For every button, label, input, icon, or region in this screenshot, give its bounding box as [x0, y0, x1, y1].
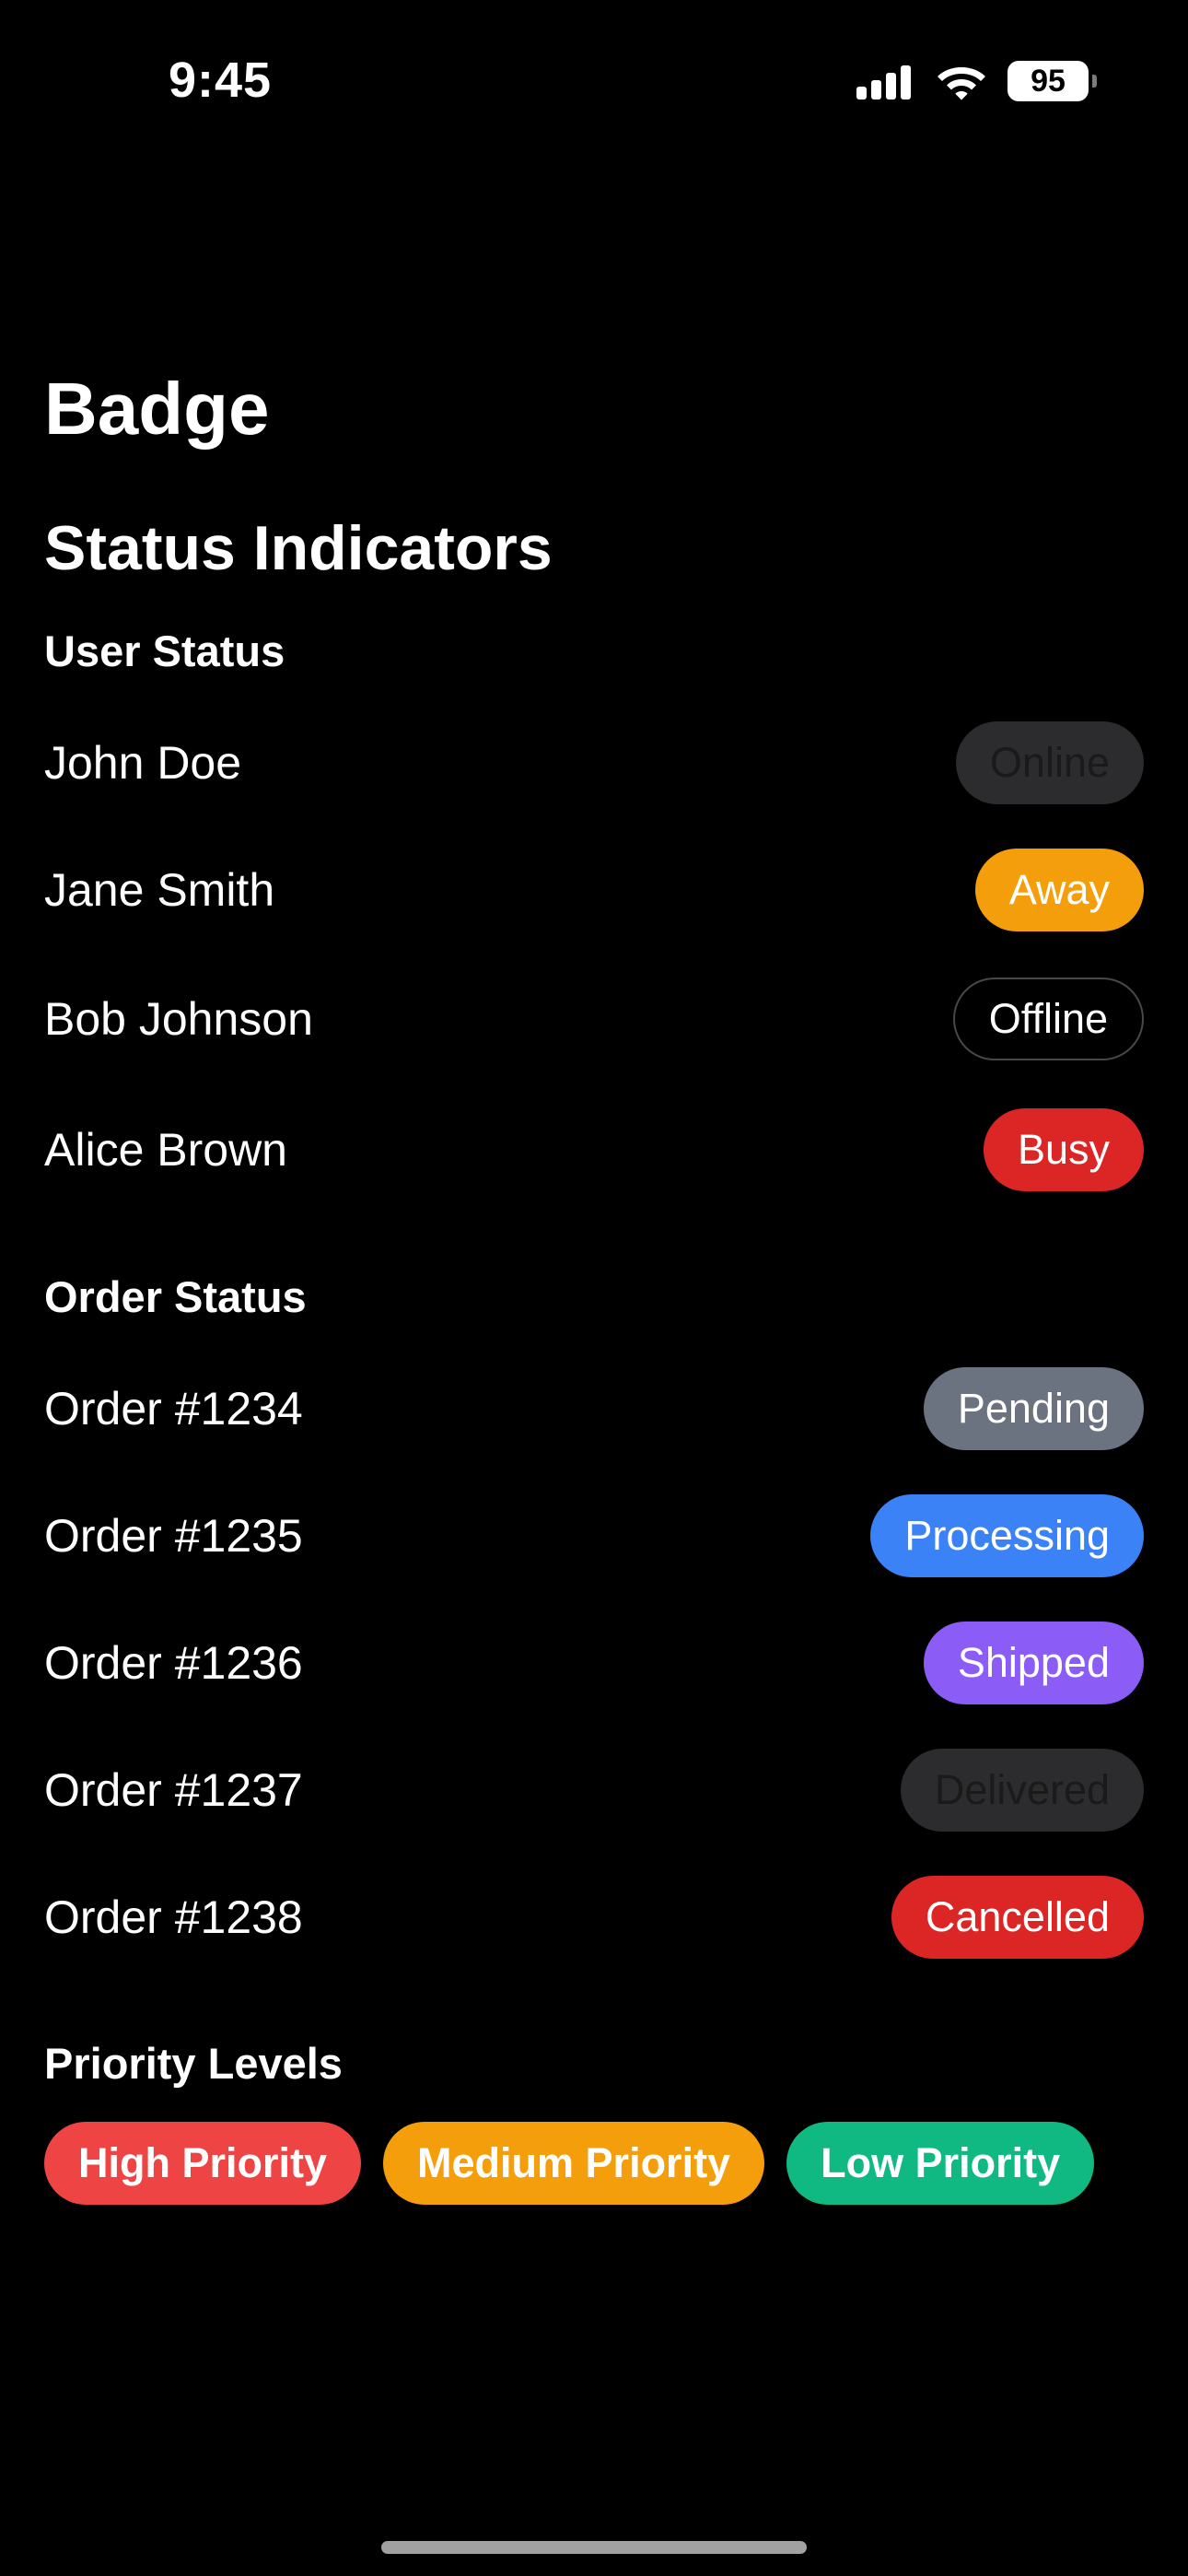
status-badge: Processing — [870, 1494, 1144, 1577]
list-item: Alice Brown Busy — [44, 1107, 1144, 1192]
order-status-heading: Order Status — [44, 1272, 307, 1321]
signal-icon — [856, 63, 915, 100]
status-badge: Busy — [983, 1108, 1144, 1191]
order-name: Order #1236 — [44, 1637, 303, 1689]
list-item: Jane Smith Away — [44, 848, 1144, 932]
status-time: 9:45 — [169, 53, 273, 108]
status-badge: Online — [955, 721, 1144, 804]
section-title: Status Indicators — [44, 513, 553, 583]
list-item: John Doe Online — [44, 720, 1144, 805]
priority-badge-medium: Medium Priority — [383, 2122, 765, 2205]
user-name: John Doe — [44, 737, 242, 789]
status-icons: 95 — [856, 59, 1097, 103]
order-name: Order #1234 — [44, 1383, 303, 1434]
home-indicator[interactable] — [381, 2541, 807, 2554]
list-item: Order #1237 Delivered — [44, 1748, 1144, 1832]
status-badge: Pending — [923, 1367, 1144, 1450]
list-item: Order #1234 Pending — [44, 1366, 1144, 1451]
user-name: Alice Brown — [44, 1124, 287, 1176]
status-badge: Shipped — [923, 1622, 1144, 1704]
user-name: Jane Smith — [44, 864, 275, 916]
order-name: Order #1235 — [44, 1510, 303, 1562]
user-name: Bob Johnson — [44, 993, 313, 1045]
order-name: Order #1238 — [44, 1891, 303, 1943]
order-name: Order #1237 — [44, 1764, 303, 1816]
priority-badges: High Priority Medium Priority Low Priori… — [44, 2122, 1116, 2205]
status-bar: 9:45 95 — [0, 0, 1188, 157]
priority-levels-heading: Priority Levels — [44, 2039, 343, 2088]
priority-badge-high: High Priority — [44, 2122, 362, 2205]
user-status-heading: User Status — [44, 626, 285, 675]
page-title: Badge — [44, 368, 270, 450]
battery-level: 95 — [1031, 64, 1066, 99]
wifi-icon — [938, 67, 985, 100]
list-item: Order #1238 Cancelled — [44, 1875, 1144, 1960]
status-badge: Cancelled — [891, 1876, 1144, 1959]
list-item: Order #1235 Processing — [44, 1493, 1144, 1578]
list-item: Order #1236 Shipped — [44, 1621, 1144, 1705]
status-badge: Offline — [952, 978, 1144, 1060]
status-badge: Delivered — [900, 1749, 1144, 1832]
status-badge: Away — [974, 849, 1144, 931]
list-item: Bob Johnson Offline — [44, 977, 1144, 1061]
priority-badge-low: Low Priority — [786, 2122, 1095, 2205]
battery-icon: 95 — [1007, 61, 1097, 101]
